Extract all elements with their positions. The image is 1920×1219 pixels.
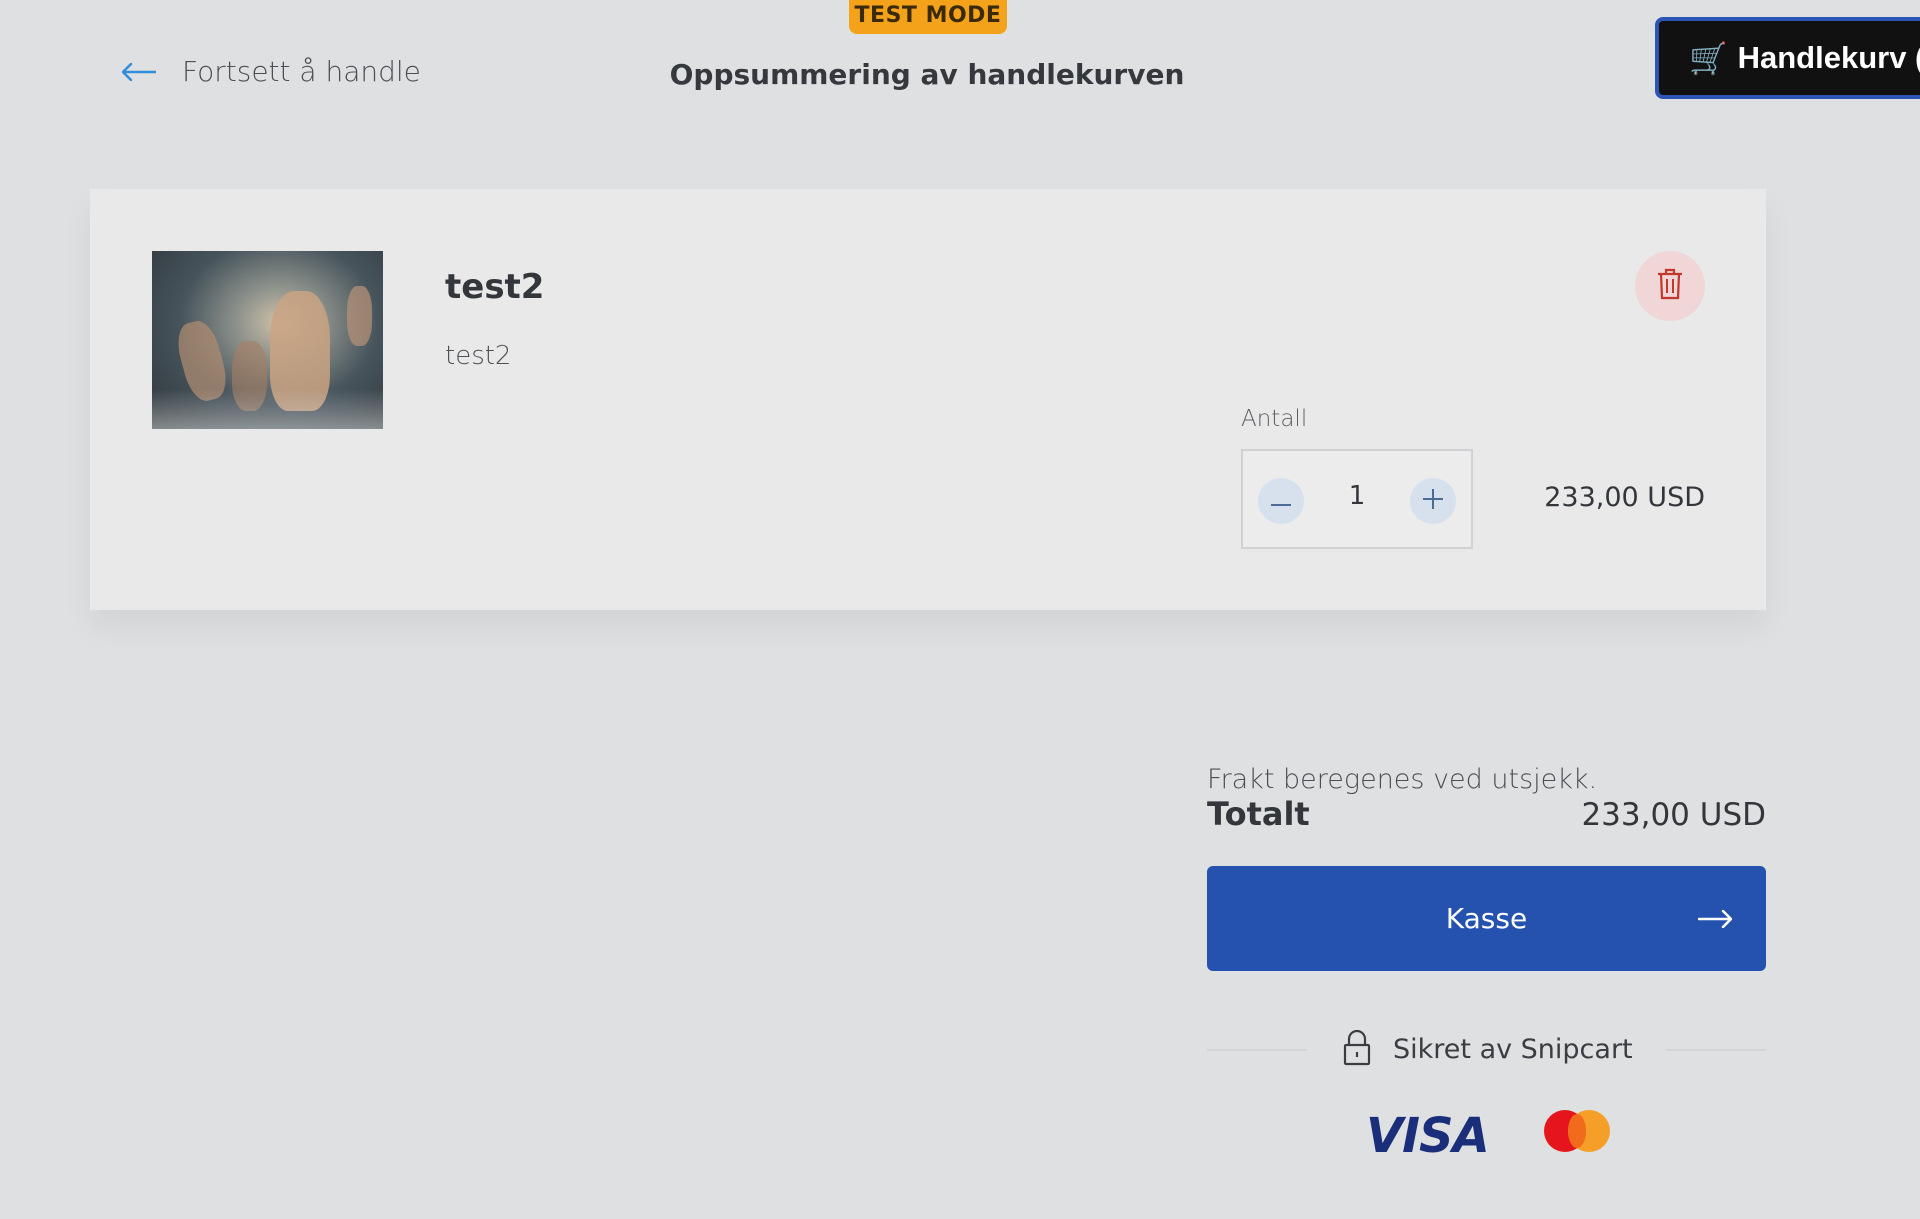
cart-item-card: test2 test2 Antall 1 233,00 USD: [90, 189, 1766, 610]
quantity-stepper: 1: [1241, 449, 1473, 549]
secured-by-snipcart: Sikret av Snipcart: [1207, 1029, 1766, 1070]
plus-icon: [1423, 489, 1443, 513]
total-value: 233,00 USD: [1581, 797, 1766, 833]
checkout-button-label: Kasse: [1445, 902, 1528, 935]
arrow-right-icon: [1697, 902, 1733, 935]
quantity-label: Antall: [1241, 406, 1308, 432]
lock-icon: [1343, 1029, 1371, 1070]
checkout-button[interactable]: Kasse: [1207, 866, 1766, 971]
increase-quantity-button[interactable]: [1410, 478, 1456, 524]
secured-label: Sikret av Snipcart: [1393, 1034, 1633, 1065]
remove-item-button[interactable]: [1635, 251, 1705, 321]
cart-button-label: Handlekurv (): [1737, 40, 1920, 75]
divider-right: [1666, 1049, 1766, 1051]
visa-logo: VISA: [1366, 1108, 1490, 1164]
divider-left: [1207, 1049, 1307, 1051]
cart-icon: 🛒: [1689, 40, 1728, 76]
line-item-price: 233,00 USD: [1544, 482, 1705, 513]
mastercard-icon: [1544, 1110, 1610, 1152]
page-title: Oppsummering av handlekurven: [669, 58, 1185, 91]
product-description: test2: [445, 341, 512, 371]
test-mode-badge: TEST MODE: [849, 0, 1007, 34]
trash-icon: [1657, 268, 1683, 304]
product-name: test2: [445, 267, 545, 307]
shipping-note: Frakt beregenes ved utsjekk.: [1207, 764, 1598, 795]
total-label: Totalt: [1207, 795, 1310, 833]
product-thumbnail: [152, 251, 383, 429]
cart-button[interactable]: 🛒 Handlekurv (): [1655, 17, 1920, 99]
